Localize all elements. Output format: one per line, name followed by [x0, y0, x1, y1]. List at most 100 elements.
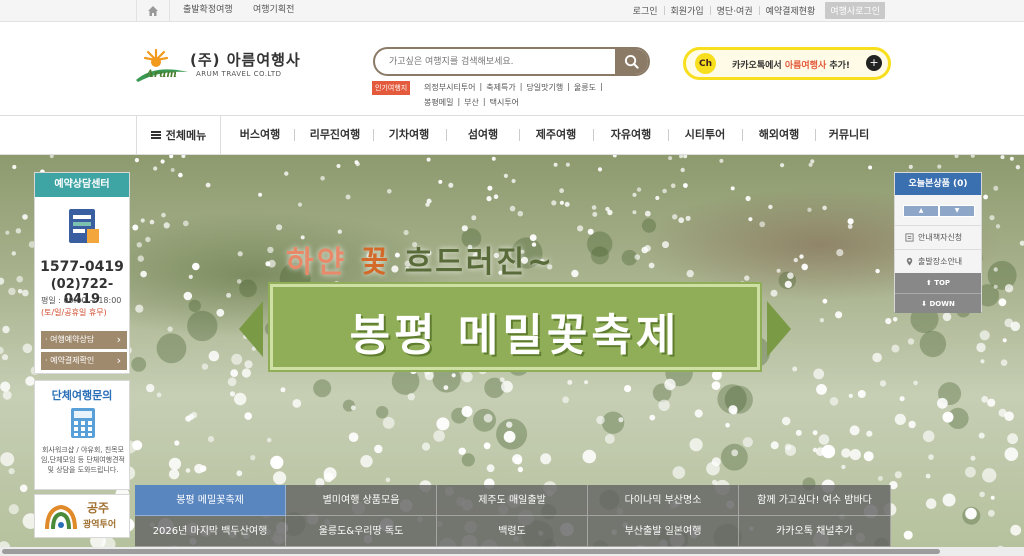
hero-subtitle: 하얀 꽃 흐드러진~: [286, 237, 555, 281]
plus-icon: +: [866, 55, 882, 71]
nav-item-community[interactable]: 커뮤니티: [829, 116, 869, 154]
holiday-notice: (토/일/공휴일 휴무): [41, 308, 107, 317]
kakao-banner-text: 카카오톡에서 아름여행사 추가!: [732, 58, 850, 71]
hero-tab[interactable]: 카카오톡 채널추가: [739, 516, 891, 547]
hero-subtitle-c: 흐드러진~: [391, 245, 556, 280]
gongju-tour-banner[interactable]: 공주 광역투어: [34, 494, 130, 538]
popular-separator: |: [457, 97, 461, 106]
hero-tab[interactable]: 백령도: [437, 516, 588, 547]
popular-link[interactable]: 택시투어: [490, 97, 519, 108]
departure-location-link[interactable]: 출발장소안내: [905, 256, 962, 267]
hero-title-banner: 봉평 메밀꽃축제: [239, 284, 791, 370]
gongju-subtitle: 광역투어: [83, 520, 117, 530]
popular-link[interactable]: 당일맛기행: [526, 82, 563, 93]
nav-item-jeju[interactable]: 제주여행: [536, 116, 576, 154]
kakao-text-brand: 아름여행사: [784, 61, 827, 71]
scroll-down-button[interactable]: ▼: [939, 205, 975, 217]
popular-separator: |: [600, 82, 603, 91]
hero-tab[interactable]: 제주도 매일출발: [437, 485, 588, 516]
gongju-logo-icon: [45, 504, 77, 530]
hero-tabs: 봉평 메밀꽃축제 별미여행 상품모음 제주도 매일출발 다이나믹 부산명소 함께…: [135, 485, 891, 547]
popular-link[interactable]: 의정부시티투어: [424, 82, 476, 93]
recently-viewed-title: 오늘본상품 (0): [895, 173, 981, 195]
travel-consult-button[interactable]: · 여행예약상담: [41, 331, 127, 349]
search-icon: [624, 54, 639, 69]
popular-link[interactable]: 축제특가: [486, 82, 515, 93]
signup-link[interactable]: 회원가입: [671, 4, 704, 17]
hero-tab[interactable]: 함께 가고싶다! 여수 밤바다: [739, 485, 891, 516]
go-bottom-button[interactable]: ⬇ DOWN: [895, 293, 981, 313]
hero-subtitle-a: 하얀: [286, 245, 361, 280]
nav-item-free[interactable]: 자유여행: [611, 116, 651, 154]
recently-viewed-pager: ▲ ▼: [903, 205, 975, 217]
hero-title: 봉평 메밀꽃축제: [349, 310, 681, 361]
hero-tab[interactable]: 부산출발 일본여행: [588, 516, 739, 547]
nav-item-city-tour[interactable]: 시티투어: [685, 116, 725, 154]
search-button[interactable]: [615, 49, 648, 74]
hero-tab[interactable]: 2026년 마지막 백두산여행: [135, 516, 286, 547]
hero-tab[interactable]: 다이나믹 부산명소: [588, 485, 739, 516]
popular-link[interactable]: 봉평메밀: [424, 97, 453, 108]
popular-link[interactable]: 울릉도: [574, 82, 596, 93]
gongju-title: 공주: [87, 501, 110, 515]
popular-row-1: 의정부시티투어 | 축제특가 | 당일맛기행 | 울릉도 |: [424, 82, 607, 93]
top-link-promotions[interactable]: 여행기획전: [253, 0, 294, 21]
logo-arum-text: Arum: [145, 69, 177, 80]
phone-number-1[interactable]: 1577-0419: [35, 259, 129, 275]
nav-item-limousine[interactable]: 리무진여행: [310, 116, 361, 154]
util-links: 로그인 회원가입 명단·여권 예약결제현황 여행사로그인: [633, 0, 885, 21]
search-input[interactable]: [375, 49, 617, 74]
popular-separator: |: [479, 82, 483, 91]
hero-tab[interactable]: 울릉도&우리땅 독도: [286, 516, 437, 547]
go-top-button[interactable]: ⬆ TOP: [895, 273, 981, 293]
top-link-confirmed-tours[interactable]: 출발확정여행: [183, 0, 233, 21]
popular-link[interactable]: 부산: [464, 97, 479, 108]
group-travel-title: 단체여행문의: [51, 389, 113, 402]
brochure-icon: [905, 233, 914, 242]
group-travel-panel[interactable]: 단체여행문의 회사워크샵 / 야유회, 친목모임,단체모임 등 단체여행견적 및…: [34, 380, 130, 490]
brochure-request-link[interactable]: 안내책자신청: [905, 232, 962, 243]
payment-check-button[interactable]: · 예약결제확인: [41, 352, 127, 370]
main-nav: 전체메뉴 버스여행 리무진여행 기차여행 섬여행 제주여행 자유여행 시티투어 …: [0, 115, 1024, 155]
calculator-icon: [71, 408, 95, 438]
kakao-channel-icon: Ch: [695, 53, 716, 74]
group-travel-description: 회사워크샵 / 야유회, 친목모임,단체모임 등 단체여행견적 및 상담을 도와…: [41, 446, 125, 474]
popular-row-2: 봉평메밀 | 부산 | 택시투어: [424, 97, 523, 108]
departure-location-label: 출발장소안내: [918, 257, 963, 266]
top-utility-bar: 출발확정여행 여행기획전 로그인 회원가입 명단·여권 예약결제현황 여행사로그…: [0, 0, 1024, 22]
nav-item-bus[interactable]: 버스여행: [240, 116, 280, 154]
home-button[interactable]: [136, 0, 170, 21]
nav-item-overseas[interactable]: 해외여행: [759, 116, 799, 154]
map-pin-icon: [906, 257, 913, 266]
all-menu-button[interactable]: 전체메뉴: [136, 116, 221, 154]
nav-item-island[interactable]: 섬여행: [468, 116, 498, 154]
kakao-channel-banner[interactable]: Ch 카카오톡에서 아름여행사 추가! +: [683, 47, 891, 80]
nav-item-train[interactable]: 기차여행: [389, 116, 429, 154]
horizontal-scrollbar[interactable]: [0, 547, 1024, 556]
brochure-request-label: 안내책자신청: [918, 233, 963, 242]
hamburger-icon: [150, 131, 161, 139]
passport-link[interactable]: 명단·여권: [717, 4, 753, 17]
kakao-text-post: 추가!: [826, 61, 851, 71]
logo-english-name: ARUM TRAVEL CO.LTD: [196, 70, 282, 78]
search-box: [373, 47, 650, 76]
sun-logo-icon: Arum: [136, 48, 188, 82]
agent-login-button[interactable]: 여행사로그인: [825, 2, 885, 19]
home-icon: [148, 5, 158, 16]
login-link[interactable]: 로그인: [633, 4, 658, 17]
popular-separator: |: [519, 82, 523, 91]
all-menu-label: 전체메뉴: [165, 129, 207, 142]
logo-company-name: (주) 아름여행사: [190, 51, 301, 69]
hero-tab[interactable]: 별미여행 상품모음: [286, 485, 437, 516]
site-logo[interactable]: Arum (주) 아름여행사 ARUM TRAVEL CO.LTD: [134, 46, 304, 86]
scroll-up-button[interactable]: ▲: [903, 205, 939, 217]
recently-viewed-panel: 오늘본상품 (0) ▲ ▼ 안내책자신청 출발장소안내 ⬆ TOP ⬇ DOWN: [894, 172, 982, 313]
popular-destinations-label: 인기여행지: [372, 81, 411, 95]
document-icon: [69, 209, 99, 243]
hero-tab[interactable]: 봉평 메밀꽃축제: [135, 485, 286, 516]
reservation-status-link[interactable]: 예약결제현황: [766, 4, 816, 17]
popular-separator: |: [482, 97, 486, 106]
reservation-center-panel: 예약상담센터 1577-0419 (02)722-0419 평일 : 09:00…: [34, 172, 130, 374]
scrollbar-thumb[interactable]: [2, 549, 940, 554]
reservation-center-title: 예약상담센터: [35, 173, 129, 197]
